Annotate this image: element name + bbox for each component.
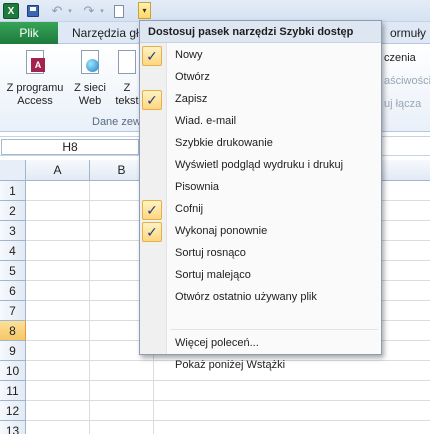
- menu-item-label: Szybkie drukowanie: [175, 137, 273, 149]
- quick-access-toolbar: X ↶ ▾ ↷ ▾ ▾: [0, 0, 430, 22]
- save-icon[interactable]: [26, 3, 40, 19]
- select-all-corner[interactable]: [0, 160, 26, 181]
- web-globe-icon: [78, 50, 102, 78]
- checkmark-icon: ✓: [142, 46, 162, 66]
- column-header-a[interactable]: A: [26, 160, 90, 181]
- menu-item-label: Sortuj rosnąco: [175, 247, 246, 259]
- menu-item-label: Wiad. e-mail: [175, 115, 237, 127]
- row-header[interactable]: 5: [0, 261, 26, 281]
- menu-item[interactable]: Sortuj malejąco: [140, 265, 381, 287]
- menu-item-label: Otwórz: [175, 71, 210, 83]
- from-access-label-1: Z programu: [6, 82, 64, 94]
- gridline: [26, 380, 430, 381]
- menu-item[interactable]: ✓ Zapisz: [140, 89, 381, 111]
- gridline: [26, 420, 430, 421]
- row-header[interactable]: 9: [0, 341, 26, 361]
- menu-item-label: Wykonaj ponownie: [175, 225, 268, 237]
- menu-title: Dostosuj pasek narzędzi Szybki dostęp: [140, 21, 381, 43]
- menu-item[interactable]: Otwórz ostatnio używany plik: [140, 287, 381, 309]
- access-database-icon: A: [23, 50, 47, 78]
- row-header[interactable]: 10: [0, 361, 26, 381]
- menu-item[interactable]: ✓ Cofnij: [140, 199, 381, 221]
- undo-dropdown-icon[interactable]: ▾: [66, 3, 74, 19]
- menu-item-label: Nowy: [175, 49, 203, 61]
- menu-item[interactable]: Pisownia: [140, 177, 381, 199]
- row-header[interactable]: 12: [0, 401, 26, 421]
- checkmark-icon: ✓: [142, 200, 162, 220]
- menu-item[interactable]: Wiad. e-mail: [140, 111, 381, 133]
- from-access-label-2: Access: [17, 95, 53, 107]
- menu-item[interactable]: Szybkie drukowanie: [140, 133, 381, 155]
- menu-item-label: Więcej poleceń...: [175, 337, 259, 349]
- gridline: [89, 181, 90, 434]
- gridline: [26, 400, 430, 401]
- name-box[interactable]: H8: [1, 139, 139, 155]
- row-header[interactable]: 3: [0, 221, 26, 241]
- from-text-label-2: tekst: [115, 95, 139, 107]
- redo-icon[interactable]: ↷: [82, 3, 96, 19]
- group-label-external-data: Dane zew: [92, 116, 141, 128]
- menu-item-label: Pisownia: [175, 181, 220, 193]
- from-web-button[interactable]: Z sieci Web: [70, 50, 110, 108]
- row-header[interactable]: 6: [0, 281, 26, 301]
- customize-qat-menu: Dostosuj pasek narzędzi Szybki dostęp ✓ N…: [139, 20, 382, 371]
- menu-item[interactable]: ✓ Wykonaj ponownie: [140, 221, 381, 243]
- menu-separator: [170, 329, 378, 330]
- from-web-label-2: Web: [78, 95, 102, 107]
- new-document-icon[interactable]: [113, 3, 125, 19]
- from-web-label-1: Z sieci: [74, 82, 106, 94]
- menu-item-label: Pokaż poniżej Wstążki: [175, 359, 286, 371]
- from-text-label-1: Z: [123, 82, 131, 94]
- row-header[interactable]: 8: [0, 321, 26, 341]
- menu-item[interactable]: ✓ Nowy: [140, 45, 381, 67]
- menu-item-label: Wyświetl podgląd wydruku i drukuj: [175, 159, 344, 171]
- redo-dropdown-icon[interactable]: ▾: [98, 3, 106, 19]
- from-access-button[interactable]: A Z programu Access: [4, 50, 66, 108]
- checkmark-icon: ✓: [142, 90, 162, 110]
- row-header[interactable]: 1: [0, 181, 26, 201]
- tab-formulas[interactable]: ormuły: [390, 26, 426, 40]
- tab-file[interactable]: Plik: [0, 22, 58, 44]
- menu-item-more-commands[interactable]: Więcej poleceń...: [140, 333, 381, 355]
- menu-item[interactable]: Otwórz: [140, 67, 381, 89]
- menu-item[interactable]: Sortuj rosnąco: [140, 243, 381, 265]
- checkmark-icon: ✓: [142, 222, 162, 242]
- text-file-icon: [115, 50, 139, 78]
- menu-item-label: Sortuj malejąco: [175, 269, 251, 281]
- connections-button[interactable]: czenia: [384, 52, 416, 64]
- from-text-button[interactable]: Z tekst: [114, 50, 140, 108]
- menu-item-label: Otwórz ostatnio używany plik: [175, 291, 317, 303]
- menu-item-label: Cofnij: [175, 203, 204, 215]
- undo-icon[interactable]: ↶: [50, 3, 64, 19]
- row-header[interactable]: 11: [0, 381, 26, 401]
- menu-item-label: Zapisz: [175, 93, 208, 105]
- edit-links-button[interactable]: uj łącza: [384, 98, 421, 110]
- row-header[interactable]: 7: [0, 301, 26, 321]
- tab-home[interactable]: Narzędzia gł: [72, 26, 139, 40]
- properties-button[interactable]: aściwości: [384, 75, 430, 87]
- customize-toolbar-button[interactable]: ▾: [138, 2, 151, 19]
- row-header[interactable]: 13: [0, 421, 26, 434]
- menu-item-show-below-ribbon[interactable]: Pokaż poniżej Wstążki: [140, 355, 381, 377]
- row-header[interactable]: 2: [0, 201, 26, 221]
- excel-icon[interactable]: X: [3, 3, 19, 19]
- menu-item[interactable]: Wyświetl podgląd wydruku i drukuj: [140, 155, 381, 177]
- row-header[interactable]: 4: [0, 241, 26, 261]
